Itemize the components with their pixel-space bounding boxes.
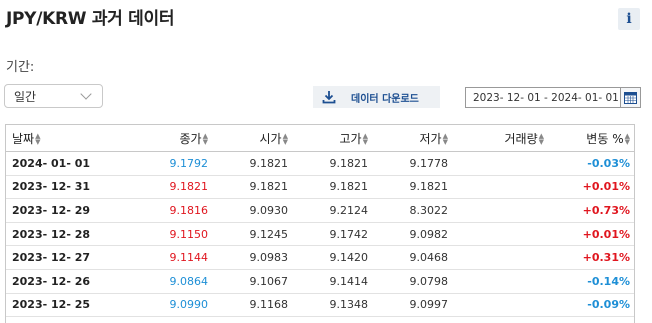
cell-low: 9.0798	[409, 274, 449, 288]
cell-date: 2023- 12- 27	[12, 251, 91, 265]
cell-open: 9.1821	[249, 180, 289, 194]
cell-high: 9.1420	[329, 251, 369, 265]
cell-low: 9.1821	[409, 180, 449, 194]
info-icon: i	[626, 11, 632, 27]
cell-close: 9.1792	[169, 156, 209, 170]
col-header-change[interactable]: 변동 %▲ ▼	[548, 125, 634, 152]
sort-icon: ▲ ▼	[362, 132, 368, 146]
sort-icon: ▲ ▼	[202, 132, 208, 146]
cell-change: +0.01%	[582, 227, 630, 241]
table-row: 2023- 12- 27 9.1144 9.0983 9.1420 9.0468 +0.3…	[6, 246, 634, 270]
col-header-low[interactable]: 저가▲ ▼	[372, 125, 452, 152]
col-header-volume[interactable]: 거래량▲ ▼	[452, 125, 548, 152]
cell-volume	[452, 199, 548, 223]
cell-date: 2023- 12- 25	[12, 298, 91, 312]
table-right-border	[634, 124, 635, 323]
cell-close: 9.1821	[169, 180, 209, 194]
cell-date: 2023- 12- 29	[12, 203, 91, 217]
col-header-high[interactable]: 고가▲ ▼	[292, 125, 372, 152]
calendar-button[interactable]	[620, 88, 640, 107]
cell-low: 9.1778	[409, 156, 449, 170]
cell-open: 9.1821	[249, 156, 289, 170]
cell-change: +0.31%	[582, 251, 630, 265]
download-data-button[interactable]: 데이터 다운로드	[313, 86, 440, 108]
calendar-icon	[624, 91, 637, 104]
cell-close: 9.1144	[169, 251, 209, 265]
cell-volume	[452, 293, 548, 317]
cell-high: 9.1348	[329, 298, 369, 312]
cell-low: 9.0468	[409, 251, 449, 265]
cell-volume	[452, 152, 548, 176]
cell-volume	[452, 222, 548, 246]
date-range-value: 2023- 12- 01 - 2024- 01- 01	[473, 91, 619, 104]
cell-change: -0.09%	[587, 298, 630, 312]
historical-data-table: 날짜▲ ▼ 종가▲ ▼ 시가▲ ▼ 고가▲ ▼ 저가▲ ▼ 거래량▲ ▼ 변동 %▲ ▼ 20…	[6, 124, 634, 317]
table-row: 2023- 12- 29 9.1816 9.0930 9.2124 8.3022 +0.7…	[6, 199, 634, 223]
cell-open: 9.0930	[249, 203, 289, 217]
info-button[interactable]: i	[618, 8, 640, 30]
sort-icon: ▲ ▼	[35, 132, 41, 146]
cell-open: 9.1067	[249, 274, 289, 288]
cell-close: 9.1816	[169, 203, 209, 217]
cell-open: 9.1168	[249, 298, 289, 312]
cell-change: -0.03%	[587, 156, 630, 170]
cell-high: 9.2124	[329, 203, 369, 217]
cell-low: 9.0982	[409, 227, 449, 241]
col-header-date[interactable]: 날짜▲ ▼	[6, 125, 146, 152]
sort-icon: ▲ ▼	[442, 132, 448, 146]
table-header-row: 날짜▲ ▼ 종가▲ ▼ 시가▲ ▼ 고가▲ ▼ 저가▲ ▼ 거래량▲ ▼ 변동 %▲ ▼	[6, 124, 634, 152]
chevron-down-icon	[80, 88, 92, 100]
cell-date: 2023- 12- 31	[12, 180, 91, 194]
cell-change: +0.01%	[582, 180, 630, 194]
cell-low: 8.3022	[409, 203, 449, 217]
sort-icon: ▲ ▼	[538, 132, 544, 146]
cell-high: 9.1821	[329, 156, 369, 170]
sort-icon: ▲ ▼	[624, 132, 630, 146]
cell-close: 9.0990	[169, 298, 209, 312]
cell-change: -0.14%	[587, 274, 630, 288]
cell-date: 2023- 12- 26	[12, 274, 91, 288]
col-header-close[interactable]: 종가▲ ▼	[146, 125, 212, 152]
table-row: 2023- 12- 25 9.0990 9.1168 9.1348 9.0997 -0.0…	[6, 293, 634, 317]
table-row: 2023- 12- 31 9.1821 9.1821 9.1821 9.1821 +0.0…	[6, 175, 634, 199]
cell-open: 9.1245	[249, 227, 289, 241]
cell-volume	[452, 175, 548, 199]
cell-high: 9.1414	[329, 274, 369, 288]
cell-open: 9.0983	[249, 251, 289, 265]
cell-high: 9.1821	[329, 180, 369, 194]
cell-volume	[452, 246, 548, 270]
cell-change: +0.73%	[582, 203, 630, 217]
period-select[interactable]: 일간	[4, 84, 103, 108]
cell-close: 9.0864	[169, 274, 209, 288]
download-data-label: 데이터 다운로드	[351, 93, 419, 105]
cell-high: 9.1742	[329, 227, 369, 241]
period-selected-value: 일간	[14, 89, 37, 104]
cell-low: 9.0997	[409, 298, 449, 312]
period-label: 기간:	[6, 60, 35, 75]
cell-date: 2023- 12- 28	[12, 227, 91, 241]
download-icon	[322, 91, 336, 104]
date-range-input[interactable]: 2023- 12- 01 - 2024- 01- 01	[465, 87, 641, 108]
table-row: 2023- 12- 28 9.1150 9.1245 9.1742 9.0982 +0.0…	[6, 222, 634, 246]
cell-close: 9.1150	[169, 227, 209, 241]
page-title: JPY/KRW 과거 데이터	[6, 9, 175, 29]
table-row: 2023- 12- 26 9.0864 9.1067 9.1414 9.0798 -0.1…	[6, 269, 634, 294]
table-row: 2024- 01- 01 9.1792 9.1821 9.1821 9.1778 -0.0…	[6, 152, 634, 176]
cell-date: 2024- 01- 01	[12, 156, 91, 170]
col-header-open[interactable]: 시가▲ ▼	[212, 125, 292, 152]
sort-icon: ▲ ▼	[282, 132, 288, 146]
cell-volume	[452, 269, 548, 293]
